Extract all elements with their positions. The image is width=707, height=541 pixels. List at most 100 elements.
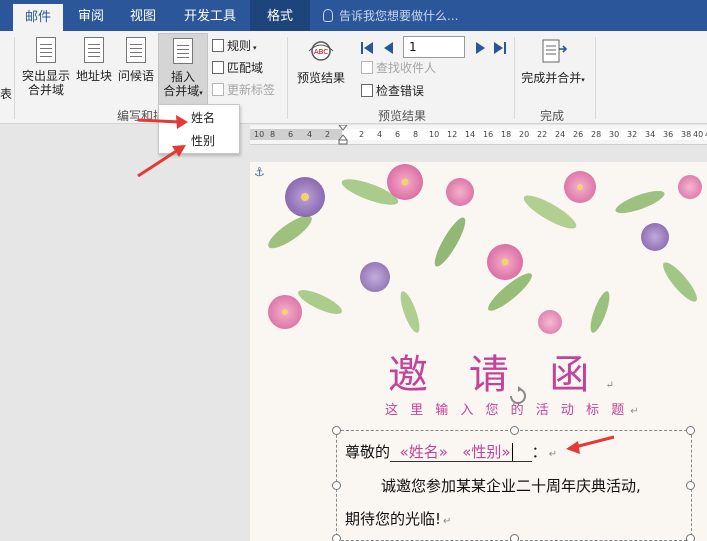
text-cursor-icon <box>511 443 513 461</box>
highlight-line1: 突出显示 <box>21 69 70 83</box>
body-line-1[interactable]: 诚邀您参加某某企业二十周年庆典活动, <box>381 475 641 496</box>
preview-results-button[interactable]: ABC 预览结果 <box>292 35 350 103</box>
match-fields-button[interactable]: 匹配域 <box>212 59 263 77</box>
greeting-line-button[interactable]: 问候语 <box>116 35 156 103</box>
insert-merge-field-button[interactable]: 插入 合并域▾ <box>158 33 208 105</box>
ruler-tick: 4 <box>377 130 383 139</box>
body-line-2-text: 期待您的光临! <box>345 510 442 528</box>
address-block-icon <box>84 37 104 63</box>
update-labels-label: 更新标签 <box>227 83 276 97</box>
find-recipient-label: 查找收件人 <box>376 61 437 75</box>
ruler-tick: 2 <box>359 130 365 139</box>
rules-icon <box>212 39 224 52</box>
word-window: 邮件 审阅 视图 开发工具 格式 告诉我您想要做什么... 表 突出显示 合并域… <box>0 0 707 541</box>
ruler-tick: 14 <box>465 130 476 139</box>
ruler-tick: 38 <box>681 130 692 139</box>
tab-format[interactable]: 格式 <box>250 0 310 31</box>
tab-mailings[interactable]: 邮件 <box>13 4 63 31</box>
match-fields-label: 匹配域 <box>227 61 264 75</box>
highlight-line2: 合并域 <box>27 83 64 97</box>
greeting-label: 问候语 <box>117 69 154 83</box>
dropdown-item-name[interactable]: 姓名 <box>159 107 239 129</box>
next-record-icon[interactable] <box>474 41 486 55</box>
resize-handle[interactable] <box>686 481 695 490</box>
ruler-tick: 16 <box>483 130 494 139</box>
check-errors-button[interactable]: 检查错误 <box>361 82 424 100</box>
cut-off-label: 表 <box>0 87 13 101</box>
group-separator <box>514 37 515 119</box>
ruler-tick: 32 <box>627 130 638 139</box>
resize-handle[interactable] <box>332 481 341 490</box>
event-subtitle[interactable]: 这 里 输 入 您 的 活 动 标 题 ↵ <box>385 399 639 418</box>
update-labels-button[interactable]: 更新标签 <box>212 81 275 99</box>
match-fields-icon <box>212 61 224 74</box>
insert-field-line1: 插入 <box>170 70 195 84</box>
page-gap <box>250 145 707 162</box>
record-number-input[interactable]: 1 <box>403 36 465 58</box>
ruler-tick: 26 <box>573 130 584 139</box>
chevron-down-icon: ▾ <box>253 44 257 52</box>
invitation-title[interactable]: 邀 请 函 ↵ <box>388 342 614 400</box>
invitation-text-box[interactable]: 尊敬的 «姓名» «性别» ： ↵ 诚邀您参加某某企业二十周年庆典活动, 期待您的… <box>332 426 695 541</box>
body-line-2[interactable]: 期待您的光临! ↵ <box>345 508 451 529</box>
last-record-icon[interactable] <box>494 41 506 55</box>
first-record-icon[interactable] <box>361 41 373 55</box>
paragraph-mark-icon: ↵ <box>443 516 452 527</box>
tell-me-search[interactable]: 告诉我您想要做什么... <box>323 0 458 31</box>
insert-merge-field-icon <box>173 38 193 64</box>
ruler-tick: 30 <box>609 130 620 139</box>
salutation-line[interactable]: 尊敬的 «姓名» «性别» ： ↵ <box>345 441 557 462</box>
address-block-button[interactable]: 地址块 <box>74 35 114 103</box>
resize-handle[interactable] <box>510 426 519 435</box>
ruler-tick: 10 <box>254 130 265 139</box>
indent-marker-icon[interactable] <box>338 125 348 145</box>
merge-field-gender[interactable]: «性别» <box>462 443 510 461</box>
tab-view[interactable]: 视图 <box>120 0 166 31</box>
svg-text:ABC: ABC <box>314 48 328 56</box>
event-subtitle-text: 这 里 输 入 您 的 活 动 标 题 <box>385 403 629 418</box>
paragraph-mark-icon: ↵ <box>630 406 639 417</box>
merge-field-name[interactable]: «姓名» <box>400 443 448 461</box>
finish-merge-button[interactable]: 完成并合并▾ <box>520 35 586 103</box>
highlight-merge-fields-button[interactable]: 突出显示 合并域 <box>20 35 72 103</box>
ruler-tick: 22 <box>537 130 548 139</box>
ruler-tick: 10 <box>429 130 440 139</box>
rules-label: 规则 <box>227 39 252 53</box>
invitation-title-text: 邀 请 函 <box>388 352 604 398</box>
dropdown-item-gender[interactable]: 性别 <box>159 130 239 152</box>
lightbulb-icon <box>323 9 333 22</box>
ruler-tick: 40 <box>693 130 704 139</box>
salutation-suffix: ： <box>531 443 547 461</box>
tell-me-placeholder: 告诉我您想要做什么... <box>339 9 459 23</box>
tab-developer[interactable]: 开发工具 <box>174 0 246 31</box>
insert-merge-field-dropdown: 姓名 性别 <box>158 104 240 154</box>
horizontal-ruler[interactable]: 10 8 6 4 2 2 4 6 8 10 12 14 16 18 20 22 … <box>250 125 707 145</box>
address-block-label: 地址块 <box>75 69 112 83</box>
previous-record-icon[interactable] <box>383 41 395 55</box>
tab-review[interactable]: 审阅 <box>68 0 114 31</box>
ribbon-tab-bar: 邮件 审阅 视图 开发工具 格式 告诉我您想要做什么... <box>0 0 707 31</box>
group-label-finish: 完成 <box>540 109 565 123</box>
paragraph-mark-icon: ↵ <box>548 449 558 460</box>
chevron-down-icon: ▾ <box>581 76 585 84</box>
ruler-tick: 28 <box>591 130 602 139</box>
svg-text:⚓: ⚓ <box>254 165 265 179</box>
finish-merge-icon <box>542 39 568 63</box>
update-labels-icon <box>212 83 224 96</box>
resize-handle[interactable] <box>686 534 695 541</box>
resize-handle[interactable] <box>510 534 519 541</box>
ruler-tick: 24 <box>555 130 566 139</box>
resize-handle[interactable] <box>332 534 341 541</box>
resize-handle[interactable] <box>332 426 341 435</box>
resize-handle[interactable] <box>686 426 695 435</box>
paragraph-mark-icon: ↵ <box>605 380 614 391</box>
ruler-tick: 8 <box>413 130 419 139</box>
find-recipient-button[interactable]: 查找收件人 <box>361 59 436 77</box>
document-page[interactable]: ⚓ 邀 请 函 ↵ 这 里 输 入 您 的 活 动 标 题 ↵ 尊敬的 «姓名» «… <box>250 162 707 541</box>
check-errors-icon <box>361 84 373 97</box>
preview-results-label: 预览结果 <box>296 71 345 85</box>
ruler-tick: 20 <box>519 130 530 139</box>
rules-button[interactable]: 规则 ▾ <box>212 37 257 55</box>
dropdown-caret-icon: ▾ <box>199 89 203 97</box>
ribbon: 表 突出显示 合并域 地址块 问候语 插入 合并域▾ 规则 ▾ 匹配域 更新标签… <box>0 31 707 124</box>
